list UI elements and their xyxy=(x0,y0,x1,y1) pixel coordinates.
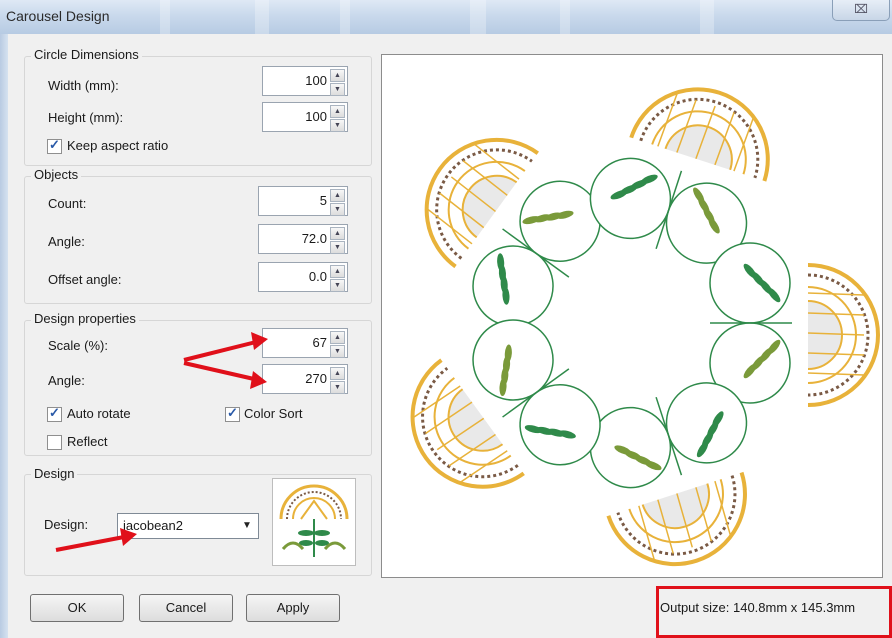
annotation-arrows xyxy=(55,332,268,552)
carousel-design-dialog: Carousel Design ⌧ Circle Dimensions Widt… xyxy=(0,0,892,638)
